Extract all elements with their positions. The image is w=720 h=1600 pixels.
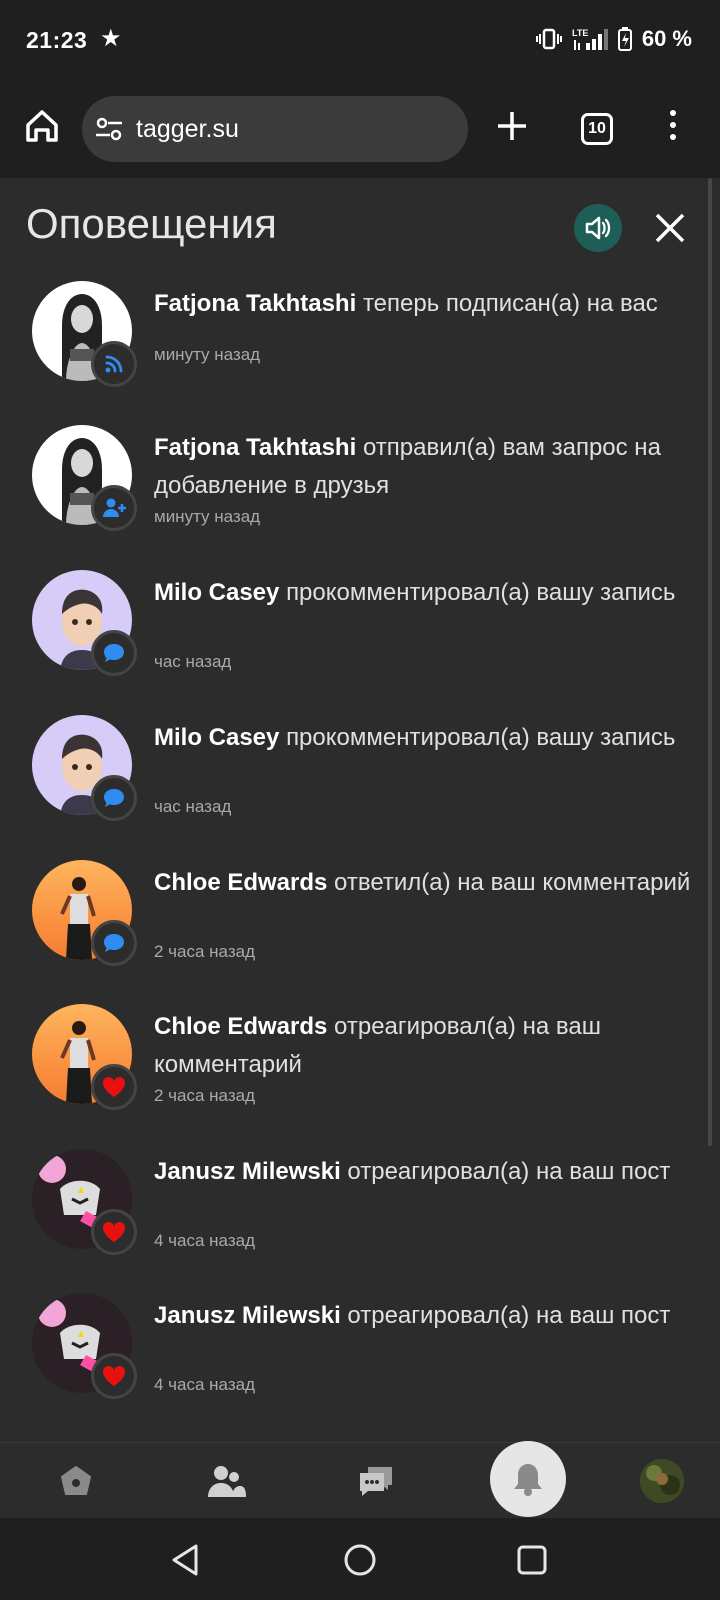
overflow-menu-button[interactable] — [666, 110, 680, 144]
notification-item[interactable]: Fatjona Takhtashi теперь подписан(а) на … — [0, 281, 700, 421]
notification-text: Milo Casey прокомментировал(а) вашу запи… — [154, 574, 694, 612]
home-circle-icon — [344, 1544, 376, 1576]
heart-icon — [91, 1209, 137, 1255]
notification-text: Janusz Milewski отреагировал(а) на ваш п… — [154, 1153, 694, 1191]
user-name[interactable]: Chloe Edwards — [154, 869, 327, 896]
notification-action: отреагировал(а) на ваш пост — [347, 1158, 671, 1185]
url-text: tagger.su — [136, 115, 239, 143]
heart-icon — [91, 1064, 137, 1110]
scrollbar[interactable] — [708, 178, 712, 1146]
site-settings-icon[interactable] — [94, 116, 124, 142]
browser-toolbar: tagger.su 10 — [0, 84, 720, 178]
notification-action: прокомментировал(а) вашу запись — [286, 724, 676, 751]
notification-item[interactable]: Chloe Edwards отреагировал(а) на ваш ком… — [0, 1004, 700, 1144]
notification-action: отреагировал(а) на ваш пост — [347, 1302, 671, 1329]
signal-icon: LTE — [572, 28, 608, 50]
notification-item[interactable]: Chloe Edwards ответил(а) на ваш коммента… — [0, 860, 700, 1000]
user-name[interactable]: Fatjona Takhtashi — [154, 290, 356, 317]
user-name[interactable]: Milo Casey — [154, 579, 279, 606]
tab-switcher-button[interactable]: 10 — [581, 113, 613, 145]
nav-notifications[interactable] — [490, 1441, 566, 1517]
recents-square-icon — [517, 1545, 547, 1575]
notification-text: Chloe Edwards ответил(а) на ваш коммента… — [154, 864, 694, 902]
add-friend-icon — [91, 485, 137, 531]
chat-icon — [360, 1467, 392, 1496]
notification-time: минуту назад — [154, 345, 261, 364]
close-button[interactable] — [652, 210, 688, 246]
page-title: Оповещения — [26, 200, 277, 247]
status-time: 21:23 — [26, 27, 88, 53]
home-button[interactable] — [22, 106, 62, 146]
battery-percent: 60 % — [641, 26, 692, 51]
notification-time: час назад — [154, 652, 232, 671]
nav-messages[interactable] — [352, 1457, 400, 1505]
friends-icon — [208, 1466, 246, 1497]
battery-charging-icon — [617, 27, 632, 51]
notifications-panel: Оповещения Fatjona Takhtashi теперь подп… — [0, 178, 720, 1442]
home-icon — [26, 110, 58, 142]
notification-text: Janusz Milewski отреагировал(а) на ваш п… — [154, 1297, 694, 1335]
user-name[interactable]: Janusz Milewski — [154, 1158, 341, 1185]
notification-text: Milo Casey прокомментировал(а) вашу запи… — [154, 719, 694, 757]
notification-item[interactable]: Janusz Milewski отреагировал(а) на ваш п… — [0, 1293, 700, 1433]
status-bar: 21:23 ★ LTE 60 % — [0, 0, 720, 84]
notification-time: 2 часа назад — [154, 1086, 255, 1105]
notification-time: 4 часа назад — [154, 1375, 255, 1394]
star-icon: ★ — [100, 25, 122, 52]
notification-time: час назад — [154, 797, 232, 816]
back-triangle-icon — [172, 1544, 198, 1576]
notification-action: прокомментировал(а) вашу запись — [286, 579, 676, 606]
notification-item[interactable]: Fatjona Takhtashi отправил(а) вам запрос… — [0, 425, 700, 565]
status-icons: LTE 60 % — [535, 26, 692, 52]
notification-time: минуту назад — [154, 507, 261, 526]
user-name[interactable]: Chloe Edwards — [154, 1013, 327, 1040]
recents-button[interactable] — [512, 1540, 552, 1580]
bottom-navigation — [0, 1441, 720, 1518]
notification-text: Fatjona Takhtashi отправил(а) вам запрос… — [154, 429, 694, 505]
nav-friends[interactable] — [202, 1457, 250, 1505]
user-name[interactable]: Milo Casey — [154, 724, 279, 751]
plus-icon — [498, 112, 526, 140]
notification-action: теперь подписан(а) на вас — [362, 290, 658, 317]
sound-toggle-button[interactable] — [574, 204, 622, 252]
notification-text: Chloe Edwards отреагировал(а) на ваш ком… — [154, 1008, 694, 1084]
home-system-button[interactable] — [340, 1540, 380, 1580]
notification-item[interactable]: Milo Casey прокомментировал(а) вашу запи… — [0, 715, 700, 855]
heart-icon — [91, 1353, 137, 1399]
bell-icon — [514, 1464, 542, 1496]
notification-text: Fatjona Takhtashi теперь подписан(а) на … — [154, 285, 694, 323]
comment-icon — [91, 920, 137, 966]
comment-icon — [91, 775, 137, 821]
nav-home[interactable] — [52, 1457, 100, 1505]
speaker-icon — [585, 216, 611, 240]
notification-item[interactable]: Janusz Milewski отреагировал(а) на ваш п… — [0, 1149, 700, 1289]
comment-icon — [91, 630, 137, 676]
home-pentagon-icon — [61, 1466, 91, 1495]
close-icon — [655, 213, 685, 243]
notification-item[interactable]: Milo Casey прокомментировал(а) вашу запи… — [0, 570, 700, 710]
notification-action: ответил(а) на ваш комментарий — [334, 869, 691, 896]
system-navigation-bar — [0, 1518, 720, 1600]
vibrate-icon — [535, 28, 562, 50]
user-name[interactable]: Fatjona Takhtashi — [154, 434, 356, 461]
address-bar[interactable]: tagger.su — [82, 96, 468, 162]
user-name[interactable]: Janusz Milewski — [154, 1302, 341, 1329]
nav-profile-avatar[interactable] — [640, 1459, 684, 1503]
svg-text:LTE: LTE — [572, 28, 588, 38]
rss-icon — [91, 341, 137, 387]
notification-time: 2 часа назад — [154, 942, 255, 961]
back-button[interactable] — [166, 1540, 206, 1580]
notification-time: 4 часа назад — [154, 1231, 255, 1250]
new-tab-button[interactable] — [494, 108, 530, 144]
